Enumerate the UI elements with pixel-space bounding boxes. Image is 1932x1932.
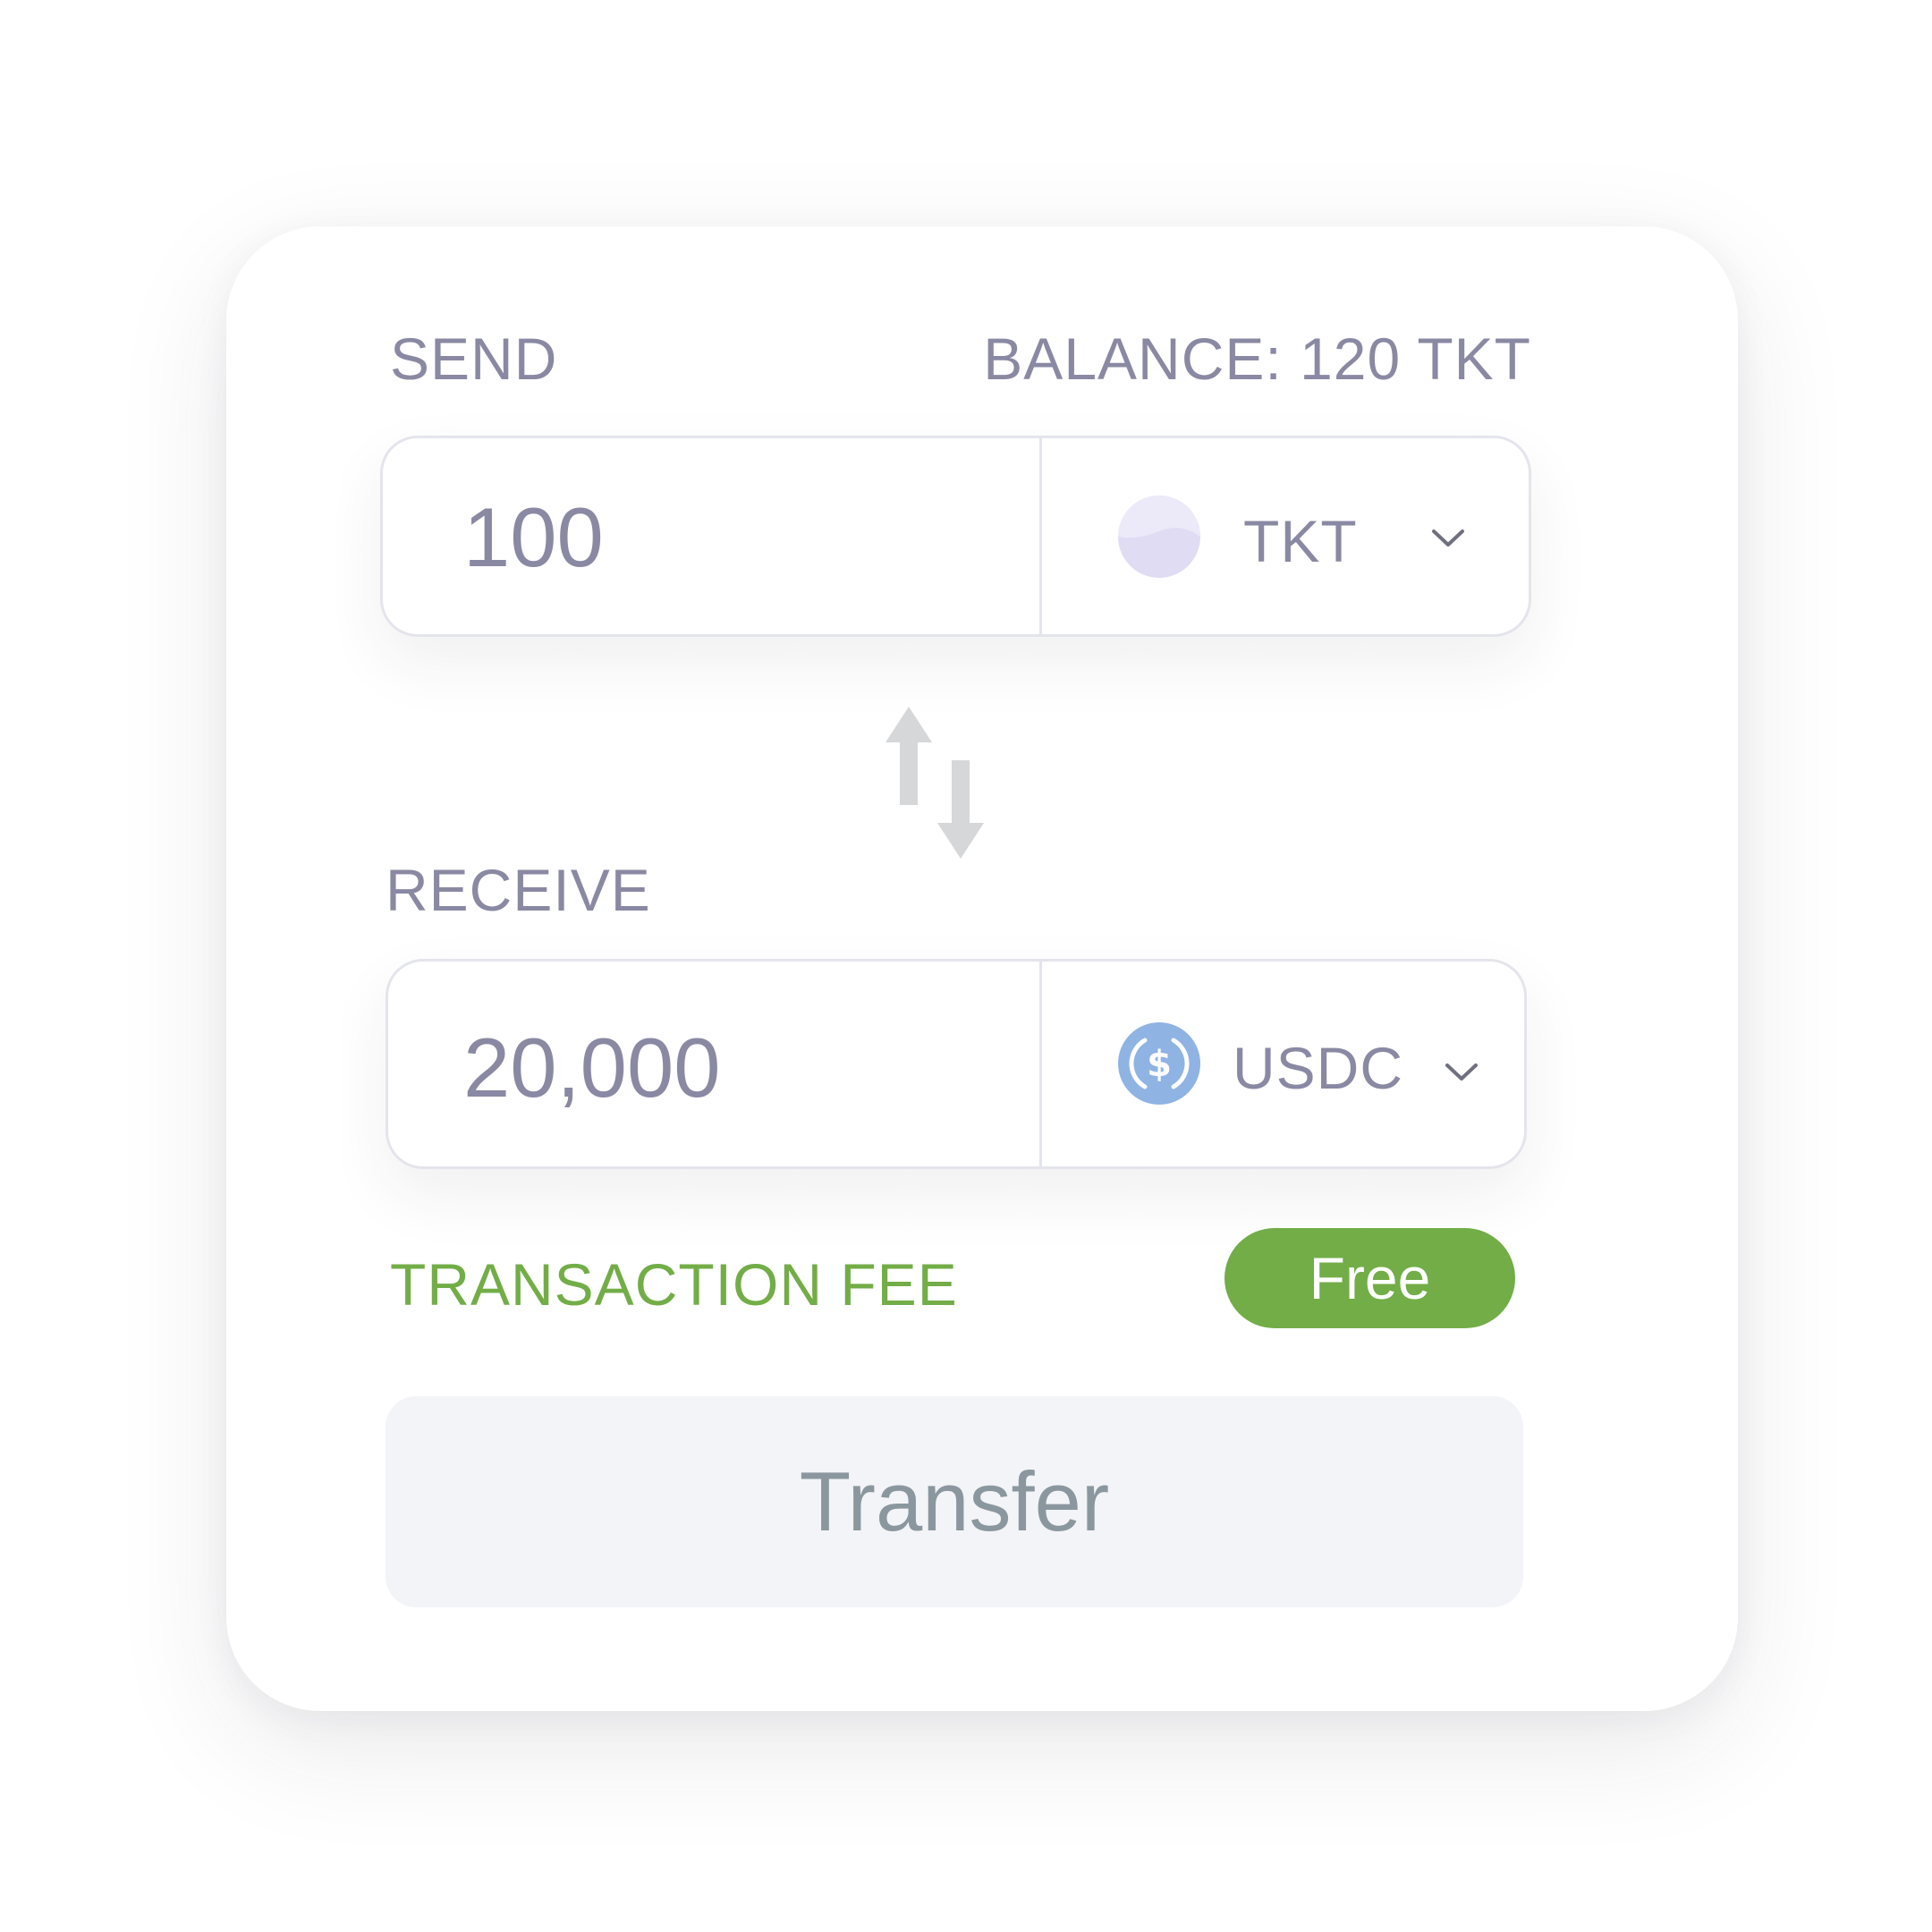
chevron-down-icon — [1444, 1062, 1479, 1083]
send-label: SEND — [390, 326, 558, 392]
chevron-down-icon — [1430, 528, 1466, 549]
transfer-button[interactable]: Transfer — [386, 1396, 1523, 1607]
send-field: 100 TKT — [380, 436, 1531, 637]
send-token-select[interactable]: TKT — [1042, 438, 1529, 634]
receive-token-select[interactable]: $ USDC — [1042, 962, 1524, 1166]
transaction-fee-label: TRANSACTION FEE — [390, 1251, 958, 1318]
send-token-name: TKT — [1243, 508, 1358, 574]
usdc-coin-icon: $ — [1118, 1022, 1200, 1105]
swap-widget-stage: SEND BALANCE: 120 TKT 100 TKT RECEIVE 20… — [0, 0, 1932, 1932]
receive-field: 20,000 $ USDC — [386, 959, 1527, 1169]
receive-amount-input[interactable]: 20,000 — [463, 1026, 721, 1110]
svg-text:$: $ — [1147, 1044, 1172, 1085]
receive-label: RECEIVE — [386, 857, 651, 923]
tkt-coin-icon — [1118, 496, 1200, 578]
swap-arrows-icon[interactable] — [886, 707, 984, 859]
receive-token-name: USDC — [1233, 1035, 1404, 1101]
balance-label: BALANCE: 120 TKT — [983, 326, 1531, 392]
send-amount-input[interactable]: 100 — [463, 496, 604, 580]
fee-badge: Free — [1224, 1228, 1515, 1328]
